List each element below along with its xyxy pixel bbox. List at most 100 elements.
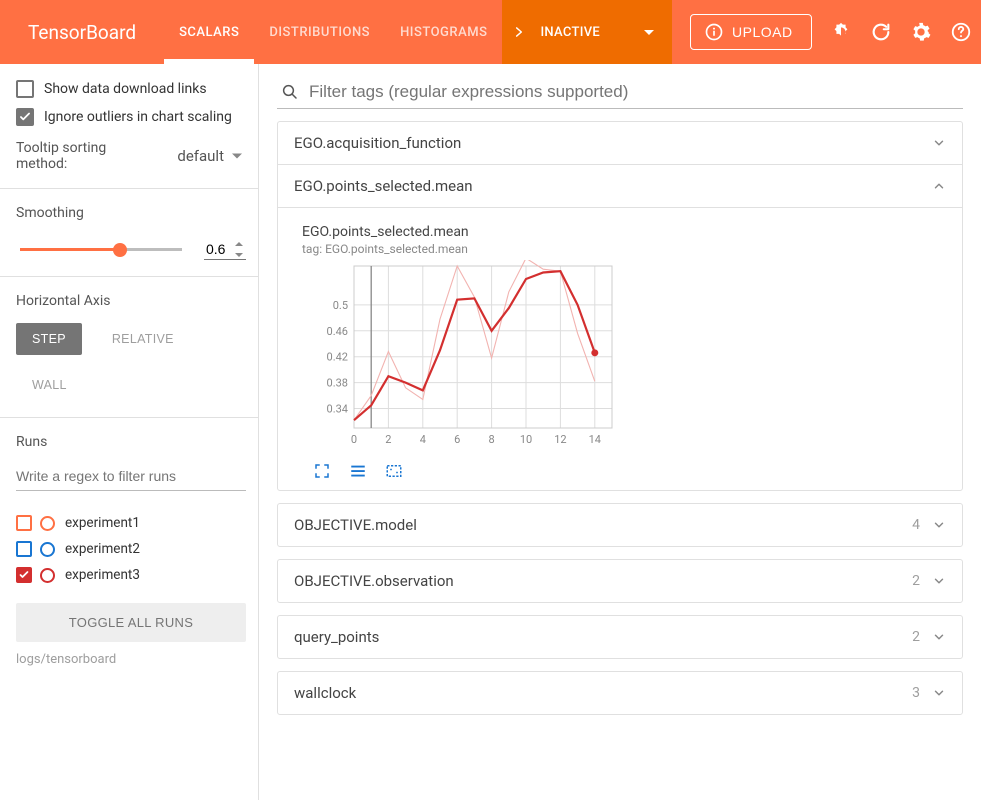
- run-row: experiment2: [16, 541, 246, 557]
- runs-filter-input[interactable]: [16, 464, 246, 491]
- svg-text:0.46: 0.46: [327, 325, 348, 338]
- run-checkbox[interactable]: [16, 567, 32, 583]
- haxis-wall-button[interactable]: WALL: [16, 369, 83, 401]
- tab-distributions[interactable]: DISTRIBUTIONS: [254, 0, 385, 64]
- run-row: experiment3: [16, 567, 246, 583]
- run-checkbox[interactable]: [16, 541, 32, 557]
- header-right: INACTIVE UPLOAD: [502, 0, 981, 64]
- svg-text:2: 2: [385, 433, 391, 446]
- card-title: EGO.points_selected.mean: [294, 177, 473, 195]
- svg-text:4: 4: [420, 433, 426, 446]
- svg-text:0.5: 0.5: [333, 299, 348, 312]
- logdir-label: logs/tensorboard: [16, 652, 246, 667]
- run-name: experiment1: [65, 515, 140, 531]
- show-download-label: Show data download links: [44, 81, 207, 97]
- chevron-down-icon: [932, 136, 946, 150]
- ignore-outliers-checkbox-row: Ignore outliers in chart scaling: [16, 108, 246, 126]
- chart-controls: [312, 462, 950, 480]
- chevron-up-icon: [932, 179, 946, 193]
- tag-search-row: [277, 76, 963, 109]
- main-content: EGO.acquisition_function EGO.points_selec…: [259, 64, 981, 800]
- horizontal-axis-label: Horizontal Axis: [16, 293, 246, 309]
- ignore-outliers-label: Ignore outliers in chart scaling: [44, 109, 232, 125]
- smoothing-slider[interactable]: [20, 248, 182, 252]
- run-color-swatch[interactable]: [40, 516, 55, 531]
- svg-text:10: 10: [520, 433, 532, 446]
- card-header[interactable]: OBJECTIVE.model 4: [278, 504, 962, 546]
- chart-body: EGO.points_selected.mean tag: EGO.points…: [278, 207, 962, 490]
- tooltip-sort-label: Tooltip sorting method:: [16, 140, 126, 172]
- card-header[interactable]: wallclock 3: [278, 672, 962, 714]
- tab-histograms[interactable]: HISTOGRAMS: [385, 0, 502, 64]
- inactive-dropdown[interactable]: INACTIVE: [502, 0, 672, 64]
- card-title: OBJECTIVE.observation: [294, 572, 454, 590]
- card-title: EGO.acquisition_function: [294, 134, 461, 152]
- smoothing-step-down[interactable]: [232, 250, 246, 261]
- run-name: experiment2: [65, 541, 140, 557]
- svg-text:0.42: 0.42: [327, 351, 348, 364]
- brightness-icon[interactable]: [830, 21, 852, 43]
- header-icons: [830, 21, 981, 43]
- run-row: experiment1: [16, 515, 246, 531]
- card-count: 2: [912, 629, 920, 645]
- svg-text:6: 6: [454, 433, 460, 446]
- tab-scalars[interactable]: SCALARS: [164, 0, 254, 64]
- svg-text:0.38: 0.38: [327, 377, 348, 390]
- chevron-down-icon: [932, 518, 946, 532]
- upload-button[interactable]: UPLOAD: [690, 14, 812, 50]
- card-title: wallclock: [294, 684, 356, 702]
- chevron-down-icon: [932, 686, 946, 700]
- card: OBJECTIVE.model 4: [277, 503, 963, 547]
- runs-label: Runs: [16, 434, 246, 450]
- card: query_points2: [277, 615, 963, 659]
- chart-title: EGO.points_selected.mean: [302, 224, 950, 240]
- card-count: 2: [912, 573, 920, 589]
- fullscreen-icon[interactable]: [312, 462, 332, 480]
- refresh-icon[interactable]: [870, 21, 892, 43]
- chart-plot: 0.340.380.420.460.502468101214: [302, 260, 622, 450]
- gear-icon[interactable]: [910, 21, 932, 43]
- chart-tag: tag: EGO.points_selected.mean: [302, 242, 950, 256]
- runs-list: experiment1 experiment2 experiment3: [16, 515, 246, 583]
- card-header[interactable]: query_points2: [278, 616, 962, 658]
- card: EGO.acquisition_function EGO.points_selec…: [277, 121, 963, 491]
- tag-search-input[interactable]: [309, 82, 963, 102]
- chevron-right-icon: [512, 25, 526, 39]
- haxis-relative-button[interactable]: RELATIVE: [96, 323, 190, 355]
- svg-text:14: 14: [589, 433, 601, 446]
- tooltip-sort-select[interactable]: default: [177, 147, 246, 165]
- card-header[interactable]: EGO.acquisition_function: [278, 122, 962, 164]
- horizontal-axis-buttons: STEP RELATIVE WALL: [16, 323, 246, 401]
- card-header[interactable]: OBJECTIVE.observation 2: [278, 560, 962, 602]
- app-header: TensorBoard SCALARSDISTRIBUTIONSHISTOGRA…: [0, 0, 981, 64]
- card: wallclock 3: [277, 671, 963, 715]
- fit-domain-icon[interactable]: [384, 462, 404, 480]
- show-download-checkbox[interactable]: [16, 80, 34, 98]
- run-color-swatch[interactable]: [40, 542, 55, 557]
- smoothing-label: Smoothing: [16, 205, 246, 221]
- search-icon: [281, 83, 299, 101]
- run-checkbox[interactable]: [16, 515, 32, 531]
- ignore-outliers-checkbox[interactable]: [16, 108, 34, 126]
- card-count: 3: [912, 685, 920, 701]
- card-header-right: 2: [912, 629, 946, 645]
- brand-title: TensorBoard: [0, 21, 164, 44]
- card-header-right: 2: [912, 573, 946, 589]
- card-header-right: [932, 136, 946, 150]
- check-icon: [18, 110, 32, 124]
- upload-label: UPLOAD: [732, 24, 793, 40]
- sidebar: Show data download links Ignore outliers…: [0, 64, 259, 800]
- chevron-down-icon: [644, 30, 654, 35]
- card-title: OBJECTIVE.model: [294, 516, 417, 534]
- haxis-step-button[interactable]: STEP: [16, 323, 82, 355]
- show-download-checkbox-row: Show data download links: [16, 80, 246, 98]
- svg-text:8: 8: [489, 433, 495, 446]
- smoothing-step-up[interactable]: [232, 239, 246, 250]
- card-header-right: 4: [912, 517, 946, 533]
- run-color-swatch[interactable]: [40, 568, 55, 583]
- header-tabs: SCALARSDISTRIBUTIONSHISTOGRAMS: [164, 0, 502, 64]
- help-icon[interactable]: [950, 21, 972, 43]
- log-axis-icon[interactable]: [348, 462, 368, 480]
- card-header[interactable]: EGO.points_selected.mean: [278, 164, 962, 207]
- toggle-all-runs-button[interactable]: TOGGLE ALL RUNS: [16, 603, 246, 642]
